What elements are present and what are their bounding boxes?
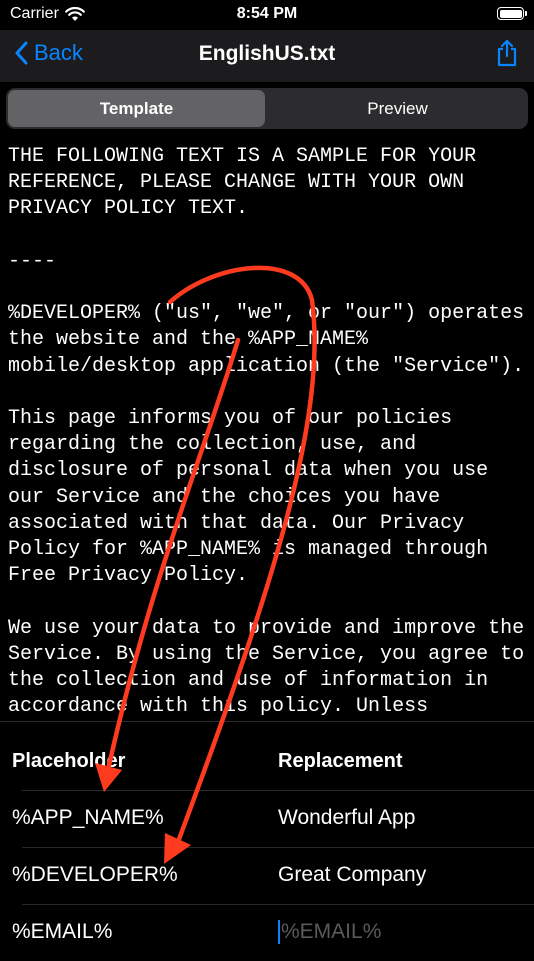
tab-preview[interactable]: Preview [269, 90, 526, 127]
placeholder-cell: %APP_NAME% [12, 806, 164, 829]
mode-segmented-control: Template Preview [6, 88, 528, 129]
table-header: Placeholder Replacement [0, 740, 534, 784]
replacement-field[interactable]: Great Company [278, 863, 426, 887]
battery-icon [497, 7, 527, 20]
replacement-field[interactable]: Wonderful App [278, 806, 415, 830]
navigation-bar: Back EnglishUS.txt [0, 30, 534, 82]
status-time: 8:54 PM [236, 5, 298, 22]
divider [0, 721, 534, 722]
placeholder-cell: %EMAIL% [12, 920, 113, 943]
table-row: %EMAIL% %EMAIL% [0, 905, 534, 961]
replacement-field[interactable]: %EMAIL% [278, 920, 381, 944]
share-icon [497, 39, 517, 67]
table-row: %APP_NAME% Wonderful App [0, 791, 534, 847]
status-bar: Carrier 8:54 PM [0, 0, 534, 30]
tab-template[interactable]: Template [8, 90, 265, 127]
template-text-editor[interactable]: THE FOLLOWING TEXT IS A SAMPLE FOR YOUR … [8, 144, 526, 719]
placeholder-cell: %DEVELOPER% [12, 863, 178, 886]
header-placeholder: Placeholder [12, 750, 126, 772]
header-replacement: Replacement [278, 750, 403, 772]
page-title: EnglishUS.txt [198, 42, 336, 65]
share-button[interactable] [496, 39, 518, 72]
table-row: %DEVELOPER% Great Company [0, 848, 534, 904]
